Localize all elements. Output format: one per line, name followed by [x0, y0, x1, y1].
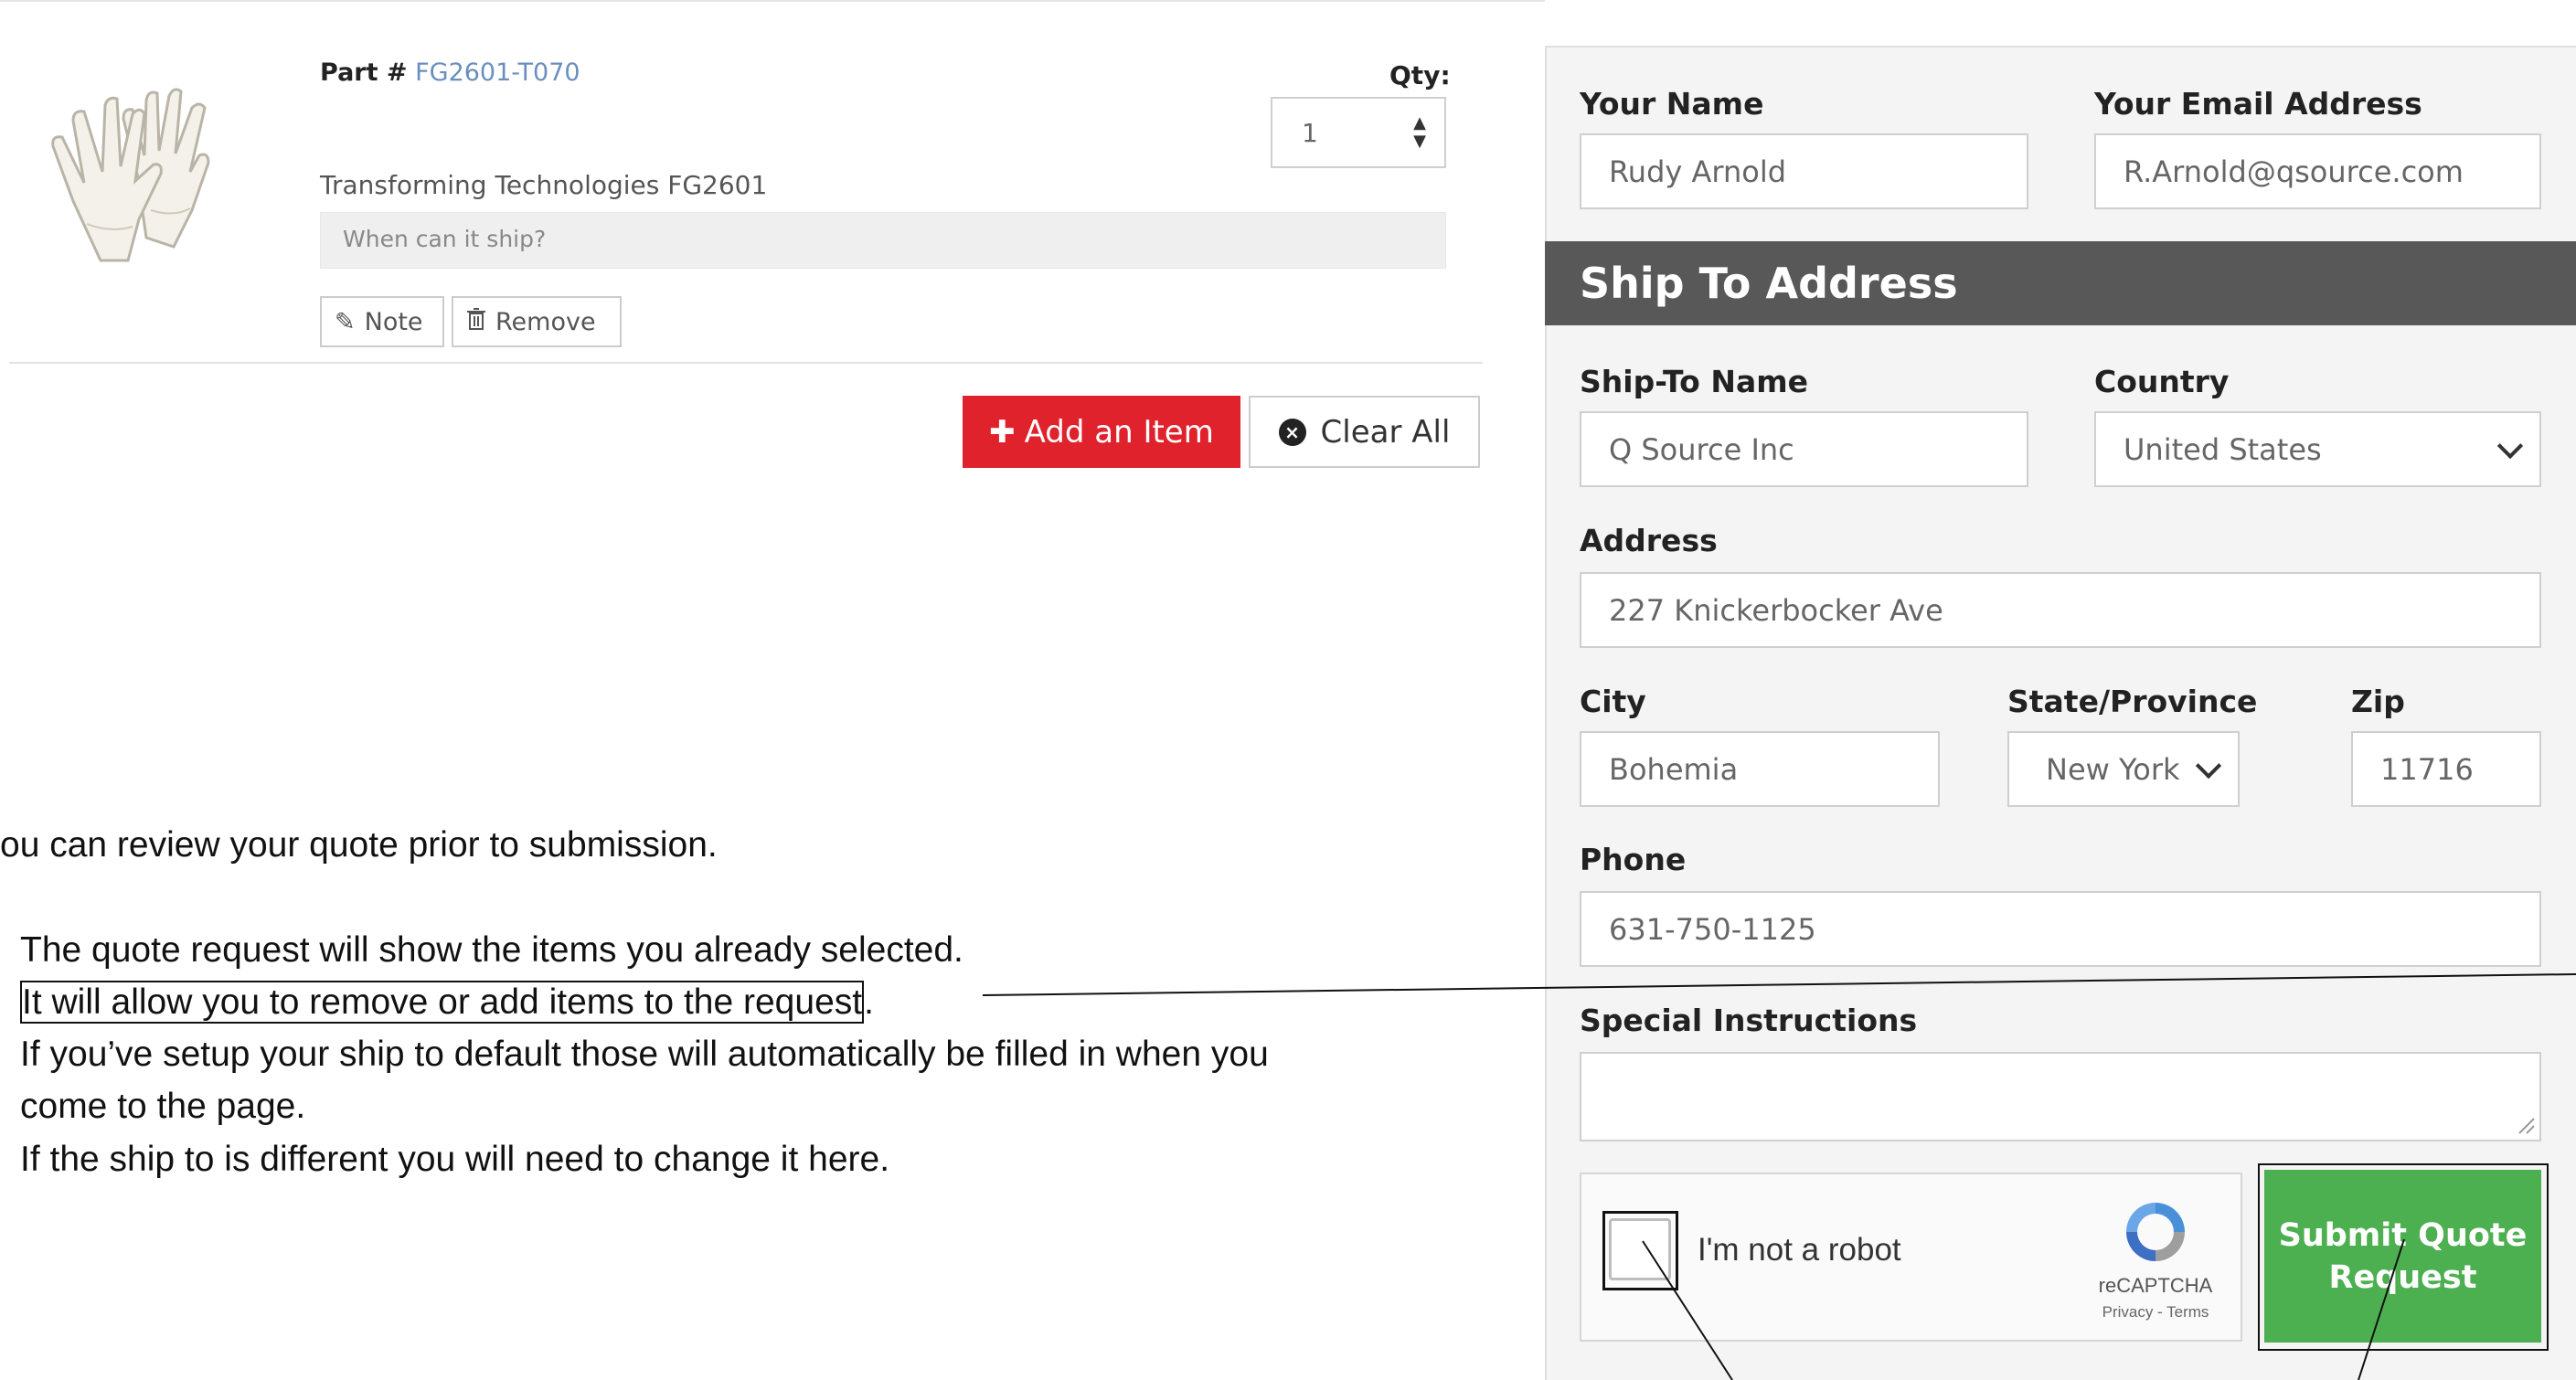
annotation-callout-lines [982, 973, 2576, 1380]
